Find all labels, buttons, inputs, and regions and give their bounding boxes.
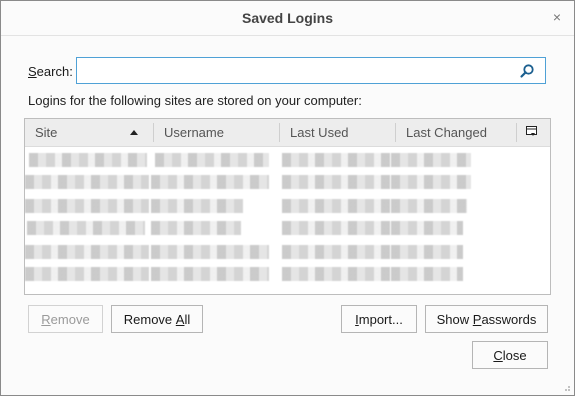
blurred-last-used <box>282 199 390 213</box>
column-divider[interactable] <box>516 123 517 142</box>
show-passwords-button[interactable]: Show Passwords <box>425 305 548 333</box>
column-divider[interactable] <box>395 123 396 142</box>
sort-ascending-icon <box>130 130 138 135</box>
close-icon[interactable]: × <box>550 9 564 25</box>
blurred-last-changed <box>391 267 463 281</box>
blurred-last-changed <box>391 245 463 259</box>
blurred-site <box>25 175 149 189</box>
blurred-last-used <box>282 245 390 259</box>
close-button[interactable]: Close <box>472 341 548 369</box>
table-row[interactable] <box>25 171 550 193</box>
logins-table[interactable]: Site Username Last Used Last Changed <box>24 118 551 295</box>
table-header: Site Username Last Used Last Changed <box>25 119 550 147</box>
blurred-last-used <box>282 153 390 167</box>
resize-grip-icon[interactable] <box>561 382 571 392</box>
blurred-site <box>27 221 145 235</box>
column-picker-icon[interactable] <box>526 126 538 138</box>
blurred-username <box>155 153 269 167</box>
blurred-last-changed <box>391 199 467 213</box>
blurred-last-changed <box>391 175 471 189</box>
column-header-last-used[interactable]: Last Used <box>290 119 349 146</box>
blurred-last-used <box>282 221 390 235</box>
blurred-site <box>25 245 149 259</box>
column-divider[interactable] <box>153 123 154 142</box>
search-field[interactable] <box>76 57 546 84</box>
blurred-site <box>29 153 147 167</box>
column-header-username[interactable]: Username <box>164 119 224 146</box>
column-divider[interactable] <box>279 123 280 142</box>
remove-all-button[interactable]: Remove All <box>111 305 203 333</box>
blurred-site <box>25 199 149 213</box>
remove-button[interactable]: Remove <box>28 305 103 333</box>
saved-logins-dialog: Saved Logins × Search: Logins for the fo… <box>0 0 575 396</box>
table-row[interactable] <box>25 149 550 171</box>
blurred-last-changed <box>391 221 463 235</box>
import-button[interactable]: Import... <box>341 305 417 333</box>
column-header-site[interactable]: Site <box>35 119 57 146</box>
blurred-username <box>151 199 243 213</box>
titlebar: Saved Logins × <box>1 1 574 36</box>
table-row[interactable] <box>25 241 550 263</box>
blurred-last-changed <box>391 153 471 167</box>
search-label: Search: <box>28 64 73 79</box>
search-input[interactable] <box>77 58 519 83</box>
table-row[interactable] <box>25 217 550 239</box>
dialog-title: Saved Logins <box>241 10 334 26</box>
blurred-last-used <box>282 267 390 281</box>
blurred-username <box>151 267 269 281</box>
blurred-username <box>151 245 269 259</box>
column-header-last-changed[interactable]: Last Changed <box>406 119 487 146</box>
table-row[interactable] <box>25 263 550 285</box>
table-row[interactable] <box>25 195 550 217</box>
magnifier-icon[interactable] <box>519 63 535 79</box>
blurred-last-used <box>282 175 390 189</box>
table-body <box>25 147 550 294</box>
info-text: Logins for the following sites are store… <box>28 93 362 108</box>
blurred-username <box>151 221 241 235</box>
blurred-site <box>25 267 149 281</box>
blurred-username <box>151 175 269 189</box>
